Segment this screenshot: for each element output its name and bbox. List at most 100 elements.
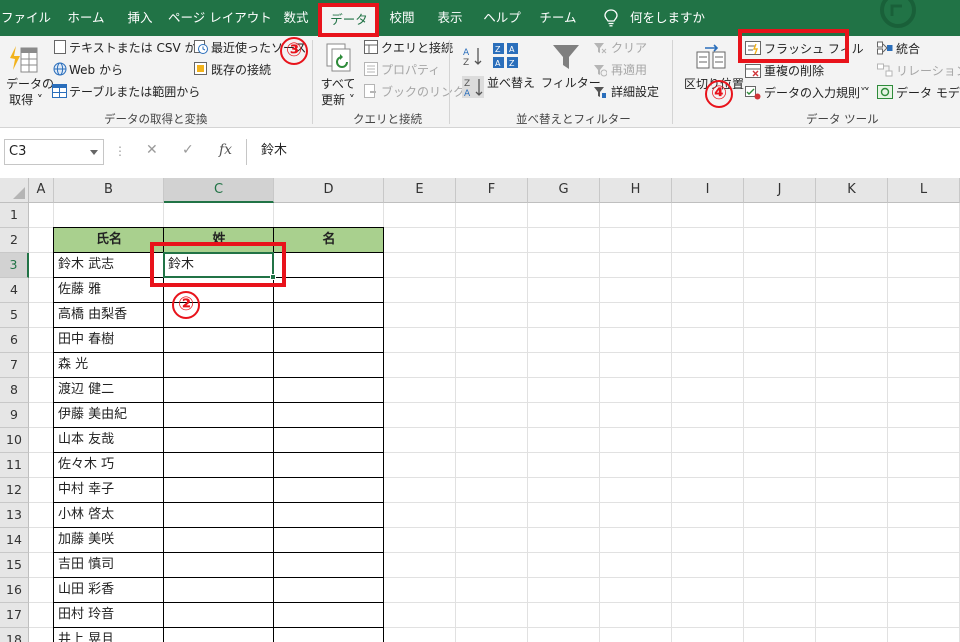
get-data-button[interactable]: データの 取得 ˅: [6, 76, 54, 108]
header-cell-full-name[interactable]: 氏名: [54, 228, 164, 253]
name-cell[interactable]: 佐々木 巧: [54, 453, 164, 478]
column-header-i[interactable]: I: [672, 178, 744, 203]
column-header-f[interactable]: F: [456, 178, 528, 203]
row-header-13[interactable]: 13: [0, 503, 29, 528]
sort-button[interactable]: 並べ替え: [487, 75, 535, 91]
svg-text:Z: Z: [509, 59, 515, 68]
row-header-2[interactable]: 2: [0, 228, 29, 253]
tell-me-search[interactable]: 何をしますか: [630, 0, 705, 36]
row-header-3[interactable]: 3: [0, 253, 29, 278]
from-web-button[interactable]: Web から: [69, 62, 123, 78]
name-cell[interactable]: 伊藤 美由紀: [54, 403, 164, 428]
row-header-15[interactable]: 15: [0, 553, 29, 578]
name-box[interactable]: C3: [4, 139, 104, 165]
tab-2[interactable]: 挿入: [118, 0, 162, 36]
name-cell[interactable]: 山本 友哉: [54, 428, 164, 453]
column-header-h[interactable]: H: [600, 178, 672, 203]
row-header-5[interactable]: 5: [0, 303, 29, 328]
header-cell-first-name[interactable]: 名: [274, 228, 384, 253]
filter-button[interactable]: フィルター: [541, 75, 601, 91]
svg-text:A: A: [464, 89, 471, 98]
row-header-16[interactable]: 16: [0, 578, 29, 603]
advanced-filter-button[interactable]: 詳細設定: [611, 84, 659, 100]
row-header-7[interactable]: 7: [0, 353, 29, 378]
existing-connections-button[interactable]: 既存の接続: [211, 62, 271, 78]
worksheet-grid[interactable]: A B C D E F G H I J K L 1 2 3 4 5 6 7 8 9 10 11 12 13 14 15 16 17 18 氏…: [0, 178, 960, 642]
tab-7[interactable]: 表示: [428, 0, 472, 36]
tab-0[interactable]: ファイル: [0, 0, 52, 36]
text-file-icon: [54, 40, 66, 54]
workbook-links-button[interactable]: ブックのリンク: [381, 84, 465, 100]
remove-duplicates-button[interactable]: 重複の削除: [764, 63, 824, 79]
web-globe-icon: [53, 62, 67, 76]
data-model-button[interactable]: データ モデルの: [896, 85, 960, 101]
row-header-9[interactable]: 9: [0, 403, 29, 428]
row-header-12[interactable]: 12: [0, 478, 29, 503]
row-header-1[interactable]: 1: [0, 203, 29, 228]
advanced-filter-icon: [594, 87, 606, 98]
reapply-filter-icon: [594, 65, 607, 77]
step-2-marker: ②: [172, 291, 200, 319]
insert-function-icon[interactable]: fx: [219, 142, 232, 158]
queries-connections-icon: [364, 40, 378, 54]
column-header-j[interactable]: J: [744, 178, 816, 203]
column-header-g[interactable]: G: [528, 178, 600, 203]
name-cell[interactable]: 田中 春樹: [54, 328, 164, 353]
column-header-l[interactable]: L: [888, 178, 960, 203]
from-text-csv-button[interactable]: テキストまたは CSV から: [69, 40, 208, 56]
column-header-k[interactable]: K: [816, 178, 888, 203]
name-cell[interactable]: 山田 彩香: [54, 578, 164, 603]
refresh-all-button[interactable]: すべて 更新 ˅: [318, 76, 358, 108]
reapply-filter-button[interactable]: 再適用: [611, 62, 647, 78]
cancel-icon[interactable]: ✕: [146, 142, 158, 158]
name-cell[interactable]: 加藤 美咲: [54, 528, 164, 553]
from-table-range-button[interactable]: テーブルまたは範囲から: [69, 84, 200, 100]
queries-connections-button[interactable]: クエリと接続: [381, 40, 453, 56]
name-cell[interactable]: 森 光: [54, 353, 164, 378]
select-all-button[interactable]: [0, 178, 29, 203]
text-to-columns-icon: [696, 44, 726, 69]
name-cell[interactable]: 渡辺 健二: [54, 378, 164, 403]
tab-1[interactable]: ホーム: [58, 0, 114, 36]
row-header-8[interactable]: 8: [0, 378, 29, 403]
formula-input[interactable]: 鈴木: [246, 139, 960, 165]
name-cell[interactable]: 高橋 由梨香: [54, 303, 164, 328]
step-3-marker: ③: [280, 37, 308, 65]
name-cell[interactable]: 田村 玲音: [54, 603, 164, 628]
name-cell[interactable]: 吉田 慎司: [54, 553, 164, 578]
formula-bar-resize-icon[interactable]: ⋮: [114, 144, 126, 158]
enter-icon[interactable]: ✓: [182, 142, 194, 158]
column-header-e[interactable]: E: [384, 178, 456, 203]
column-header-c[interactable]: C: [164, 178, 274, 203]
name-cell[interactable]: 小林 啓太: [54, 503, 164, 528]
row-header-14[interactable]: 14: [0, 528, 29, 553]
name-box-value: C3: [9, 144, 27, 159]
row-header-18[interactable]: 18: [0, 628, 29, 642]
data-validation-button[interactable]: データの入力規則 ˅: [764, 85, 870, 101]
row-header-17[interactable]: 17: [0, 603, 29, 628]
refresh-all-icon: [326, 43, 351, 72]
name-cell[interactable]: 佐藤 雅: [54, 278, 164, 303]
row-header-10[interactable]: 10: [0, 428, 29, 453]
consolidate-button[interactable]: 統合: [896, 41, 920, 57]
column-header-a[interactable]: A: [29, 178, 54, 203]
tab-9[interactable]: チーム: [532, 0, 584, 36]
column-header-b[interactable]: B: [54, 178, 164, 203]
column-header-d[interactable]: D: [274, 178, 384, 203]
chevron-down-icon[interactable]: [90, 150, 98, 155]
tab-3[interactable]: ページ レイアウト: [168, 0, 272, 36]
tab-8[interactable]: ヘルプ: [478, 0, 526, 36]
relationships-button[interactable]: リレーションシップ: [896, 63, 960, 79]
tab-4[interactable]: 数式: [274, 0, 318, 36]
name-cell[interactable]: 井上 晃且: [54, 628, 164, 642]
properties-button[interactable]: プロパティ: [381, 62, 440, 78]
select-all-triangle-icon: [13, 187, 25, 199]
row-header-6[interactable]: 6: [0, 328, 29, 353]
tab-6[interactable]: 校閲: [380, 0, 424, 36]
clear-filter-button[interactable]: クリア: [611, 40, 647, 56]
row-header-11[interactable]: 11: [0, 453, 29, 478]
name-cell[interactable]: 鈴木 武志: [54, 253, 164, 278]
row-header-4[interactable]: 4: [0, 278, 29, 303]
chevron-down-icon[interactable]: ˅: [860, 85, 866, 101]
name-cell[interactable]: 中村 幸子: [54, 478, 164, 503]
